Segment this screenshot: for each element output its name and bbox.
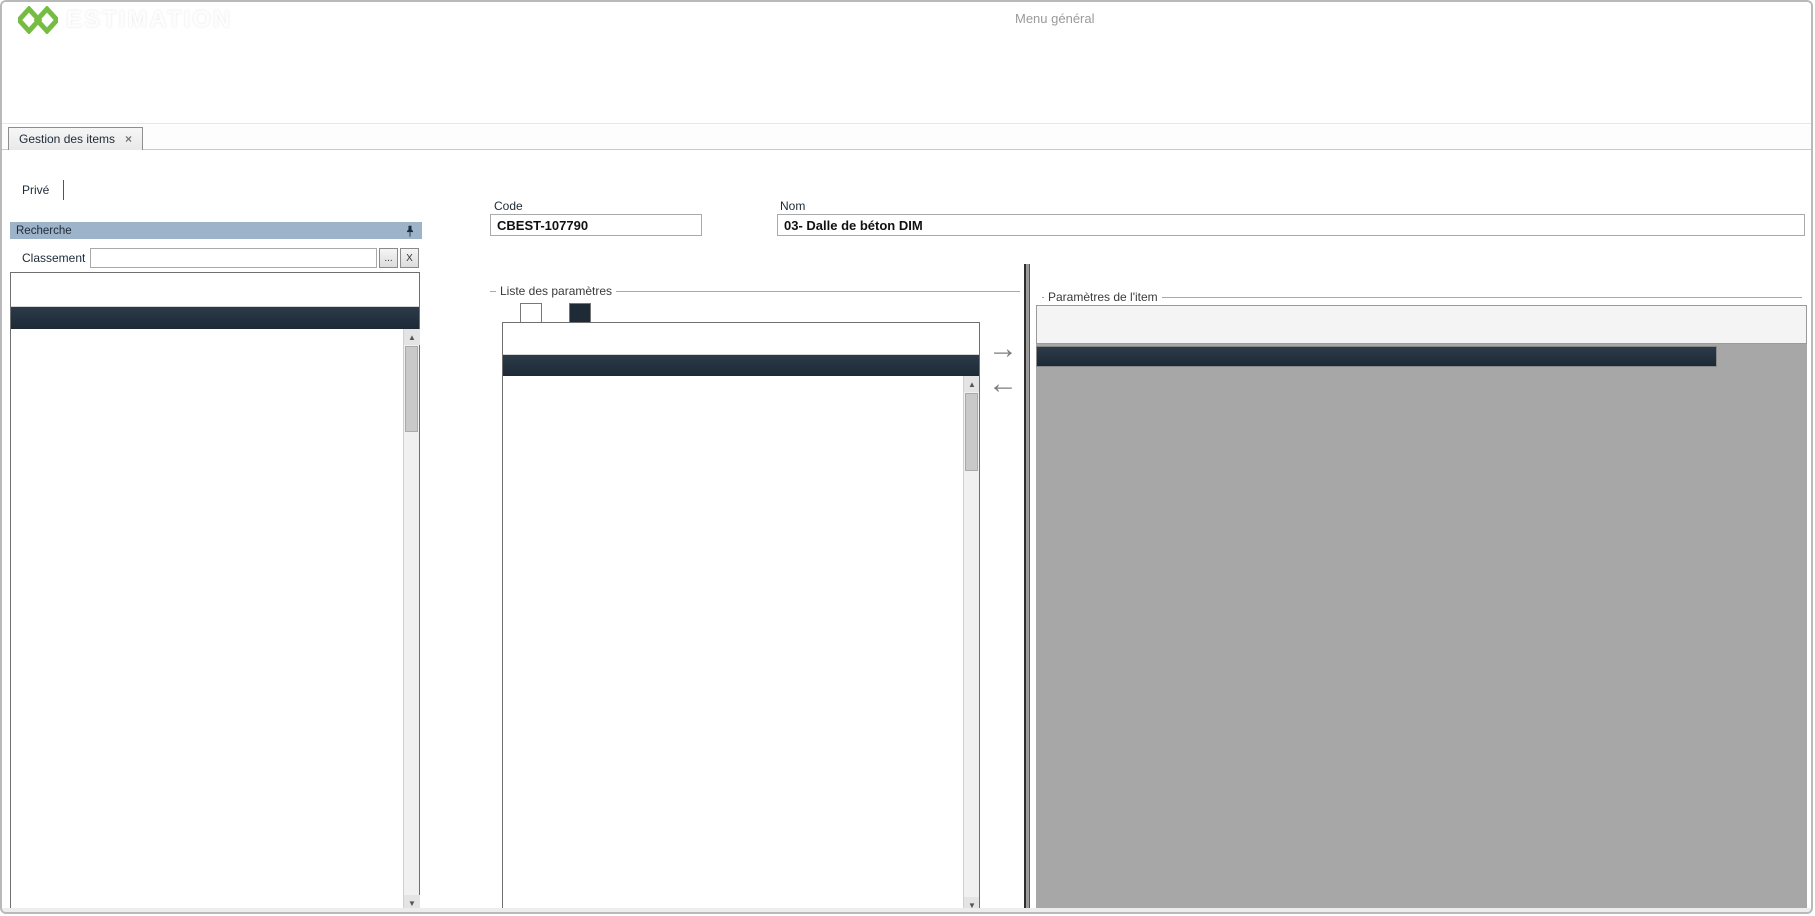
document-tab-strip: Gestion des items × <box>2 126 1811 150</box>
params-grid: ▲ ▼ <box>502 322 980 912</box>
tab-gestion-des-items[interactable]: Gestion des items × <box>8 127 143 150</box>
item-params-toolbar <box>1036 305 1807 344</box>
nom-field[interactable]: 03- Dalle de béton DIM <box>777 214 1805 236</box>
items-grid: ▲ ▼ <box>10 272 420 912</box>
tab-systeme[interactable] <box>520 303 542 322</box>
params-list-group-label: Liste des paramètres <box>496 284 616 298</box>
main-toolbar <box>2 60 1811 124</box>
brand-name: ESTIMATION <box>66 6 232 34</box>
item-params-grid-header <box>1037 347 1716 366</box>
record-toolbar <box>2 152 1811 178</box>
code-field[interactable]: CBEST-107790 <box>490 214 702 236</box>
items-grid-toolbar <box>11 273 419 307</box>
tab-prive-params[interactable] <box>569 303 591 322</box>
items-list <box>11 329 403 911</box>
classement-input[interactable] <box>90 248 377 268</box>
params-list-body <box>503 376 963 912</box>
items-scrollbar[interactable]: ▲ ▼ <box>403 329 419 911</box>
item-params-grid <box>1036 346 1717 367</box>
search-panel: Recherche Classement ... X ▲ ▼ <box>10 222 422 912</box>
params-grid-toolbar <box>503 323 979 355</box>
brand-green-icon <box>18 6 58 34</box>
menu-bar <box>2 36 1811 60</box>
classement-row: Classement ... X <box>10 248 422 268</box>
item-params-group-label: Paramètres de l'item <box>1044 290 1162 304</box>
recherche-header: Recherche <box>10 222 422 239</box>
pin-icon[interactable] <box>404 225 416 237</box>
window-title: Menu général <box>1015 11 1095 26</box>
params-list-panel: Liste des paramètres ▲ ▼ → ← <box>432 264 1024 912</box>
params-grid-header <box>503 355 979 376</box>
nom-label: Nom <box>780 199 805 213</box>
close-tab-icon[interactable]: × <box>125 132 132 146</box>
transfer-left-icon[interactable]: ← <box>988 367 1018 401</box>
tab-prive[interactable]: Privé <box>10 180 64 200</box>
code-label: Code <box>494 199 523 213</box>
item-params-panel: Paramètres de l'item <box>1034 264 1809 912</box>
application-window: ESTIMATION Menu général Gestion des item… <box>0 0 1813 914</box>
brand: ESTIMATION <box>18 6 232 34</box>
classement-label: Classement <box>22 251 85 265</box>
transfer-right-icon[interactable]: → <box>988 332 1018 366</box>
panel-splitter[interactable] <box>1024 264 1030 912</box>
items-grid-header <box>11 307 419 329</box>
title-bar: ESTIMATION Menu général <box>2 2 1811 36</box>
params-scrollbar[interactable]: ▲ ▼ <box>963 376 979 912</box>
clear-button[interactable]: X <box>400 248 419 268</box>
browse-button[interactable]: ... <box>379 248 398 268</box>
